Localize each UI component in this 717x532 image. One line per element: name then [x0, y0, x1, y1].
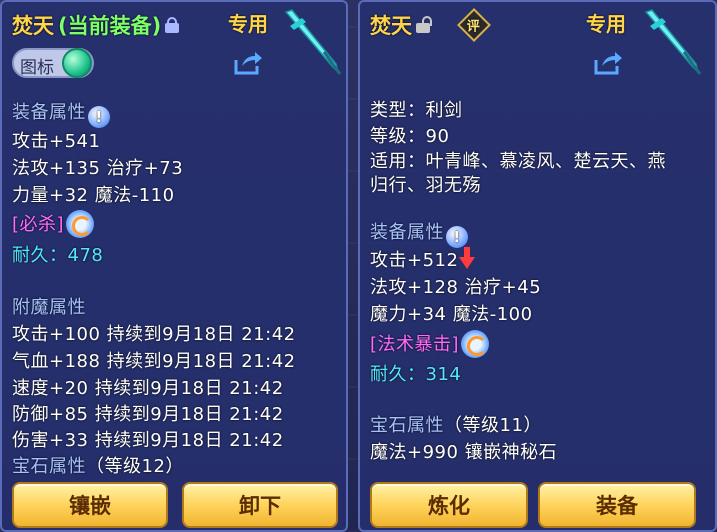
equip-attr-label: 装备属性: [370, 222, 444, 243]
swirl-icon[interactable]: [66, 210, 95, 238]
applicable-characters-cont: 归行、羽无殇: [370, 175, 481, 196]
gem-stat: 魔法+990 镶嵌神秘石: [370, 442, 558, 463]
share-icon[interactable]: [593, 50, 623, 76]
toggle-knob: [62, 48, 92, 78]
unlock-icon[interactable]: [416, 16, 432, 33]
equip-attr-label: 装备属性: [12, 102, 86, 123]
refine-button[interactable]: 炼化: [370, 482, 528, 528]
special-skill: [必杀]: [12, 210, 95, 238]
sword-icon: [644, 9, 702, 75]
enchant-line: 攻击+100 持续到9月18日 21:42: [12, 324, 296, 345]
unequip-button[interactable]: 卸下: [182, 482, 338, 528]
gem-attr-label: 宝石属性: [370, 415, 444, 436]
special-skill-label: [必杀]: [12, 214, 65, 235]
enchant-heading: 附魔属性: [12, 297, 86, 318]
enchant-line: 速度+20 持续到9月18日 21:42: [12, 378, 284, 399]
durability: 耐久：478: [12, 245, 104, 266]
toggle-label: 图标: [20, 58, 54, 78]
enchant-line: 气血+188 持续到9月18日 21:42: [12, 351, 296, 372]
swirl-icon[interactable]: [461, 330, 490, 358]
inlay-button[interactable]: 镶嵌: [12, 482, 168, 528]
item-name: 焚天: [370, 14, 412, 38]
gem-heading: 宝石属性（等级12）: [12, 452, 184, 478]
stat-line: 魔力+34 魔法-100: [370, 304, 533, 325]
item-title: 焚天 评: [370, 8, 491, 42]
enchant-line: 防御+85 持续到9月18日 21:42: [12, 404, 284, 425]
durability: 耐久：314: [370, 364, 462, 385]
share-icon[interactable]: [233, 50, 263, 76]
item-type: 类型：利剑: [370, 100, 463, 121]
applicable-characters: 适用：叶青峰、慕凌风、楚云天、燕: [370, 151, 666, 172]
equip-attr-heading: 装备属性!: [12, 98, 110, 128]
equip-attr-heading: 装备属性!: [370, 218, 468, 248]
decrease-arrow-icon: [459, 247, 476, 269]
stat-line: 法攻+128 治疗+45: [370, 277, 542, 298]
attack-stat: 攻击+512: [370, 250, 459, 271]
exclusive-label: 专用: [228, 12, 268, 36]
icon-toggle[interactable]: 图标: [12, 48, 94, 78]
enchant-line: 伤害+33 持续到9月18日 21:42: [12, 430, 284, 451]
stat-line: 攻击+512: [370, 246, 476, 272]
rating-label: 评: [467, 19, 481, 35]
equip-button[interactable]: 装备: [538, 482, 696, 528]
item-title: 焚天 (当前装备): [12, 10, 180, 40]
current-equipment-panel: 焚天 (当前装备) 专用 图标 装备属性! 攻击+541 法攻+135 治疗+7…: [0, 0, 348, 532]
compare-equipment-panel: 焚天 评 专用 类型：利剑 等级：90 适用：叶青峰、慕凌风、楚云天、燕 归行、…: [358, 0, 717, 532]
gem-heading: 宝石属性（等级11）: [370, 411, 542, 437]
special-skill: [法术暴击]: [370, 330, 490, 358]
gem-level: （等级12）: [86, 456, 184, 477]
info-icon[interactable]: !: [446, 226, 468, 248]
rating-icon[interactable]: 评: [457, 8, 491, 42]
item-name: 焚天: [12, 14, 54, 38]
gem-attr-label: 宝石属性: [12, 456, 86, 477]
exclusive-label: 专用: [586, 12, 626, 36]
stat-line: 攻击+541: [12, 131, 101, 152]
info-icon[interactable]: !: [88, 106, 110, 128]
sword-icon: [284, 9, 342, 75]
equipped-status: (当前装备): [58, 14, 162, 38]
lock-icon[interactable]: [165, 17, 180, 33]
stat-line: 力量+32 魔法-110: [12, 185, 175, 206]
item-level: 等级：90: [370, 126, 450, 147]
gem-level: （等级11）: [444, 415, 542, 436]
special-skill-label: [法术暴击]: [370, 334, 460, 355]
stat-line: 法攻+135 治疗+73: [12, 158, 184, 179]
